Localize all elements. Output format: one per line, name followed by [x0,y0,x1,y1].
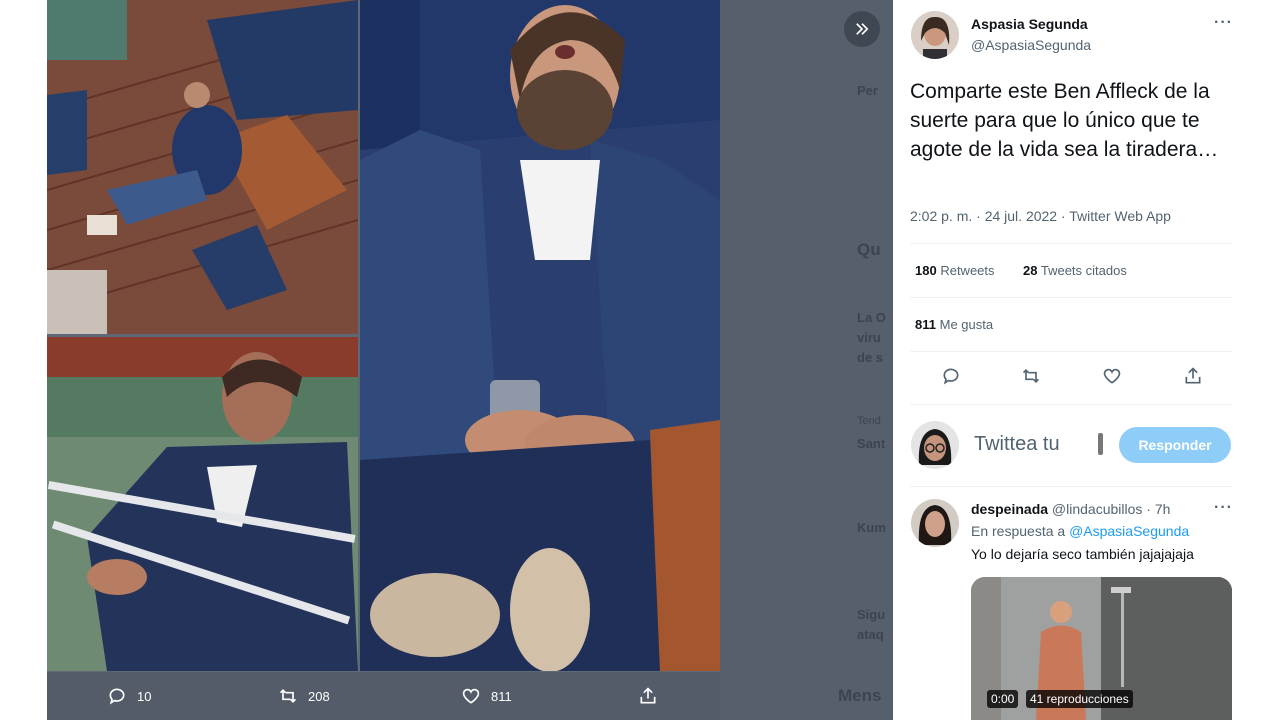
media-like-action[interactable]: 811 [461,686,512,706]
more-options-icon[interactable]: ··· [1214,14,1233,32]
reply-input[interactable]: Twittea tu [974,433,1060,456]
divider [910,297,1232,298]
reply-author-handle: @lindacubillos [1051,501,1143,517]
reply-more-options-icon[interactable]: ··· [1214,499,1233,517]
retweets-count: 180 [915,263,937,278]
expand-panel-button[interactable] [844,11,880,47]
media-retweet-count: 208 [308,688,330,704]
quotes-stat[interactable]: 28 Tweets citados [1023,263,1127,278]
media-reply-count: 10 [137,688,152,704]
in-reply-to: En respuesta a @AspasiaSegunda [971,523,1189,539]
tweet-timestamp[interactable]: 2:02 p. m. · 24 jul. 2022 · Twitter Web … [910,208,1171,224]
background-text: Per [857,83,878,98]
divider [910,404,1232,405]
retweet-icon[interactable] [1021,366,1041,386]
likes-label: Me gusta [939,317,994,332]
reply-author[interactable]: despeinada @lindacubillos · 7h [971,501,1170,517]
heart-icon [462,688,480,704]
background-text: viru [857,330,881,345]
in-reply-prefix: En respuesta a [971,523,1066,539]
tweet-text: Comparte este Ben Affleck de la suerte p… [910,80,1219,161]
background-text: Tend [857,415,881,427]
media-share-action[interactable] [638,686,668,706]
background-text: ataq [857,627,884,642]
photo-sleeping-closeup[interactable] [360,0,720,671]
author-name[interactable]: Aspasia Segunda [971,16,1088,32]
photo-boat-side[interactable] [47,337,358,671]
retweets-stat[interactable]: 180 Retweets [915,263,995,278]
retweets-label: Retweets [940,263,995,278]
background-text: La O [857,310,886,325]
quotes-count: 28 [1023,263,1038,278]
reply-icon [109,688,125,705]
media-retweet-action[interactable]: 208 [278,686,330,706]
reply-time: · 7h [1146,501,1171,517]
likes-count: 811 [915,317,936,332]
heart-icon[interactable] [1102,366,1122,386]
reply-author-name: despeinada [971,501,1049,517]
text-cursor [1098,433,1103,455]
background-text: de s [857,350,884,365]
share-icon [640,687,656,704]
media-reply-action[interactable]: 10 [107,686,151,706]
media-like-count: 811 [491,688,512,704]
background-text: Kum [857,520,886,535]
divider [910,351,1232,352]
background-text: Qu [857,240,881,259]
photo-deck-overhead[interactable] [47,0,358,334]
reply-text: Yo lo dejaría seco también jajajajaja [971,546,1194,562]
share-icon[interactable] [1183,366,1203,386]
reply-button[interactable]: Responder [1119,427,1231,463]
reply-icon[interactable] [941,366,961,386]
background-text: Sigu [857,607,886,622]
author-handle[interactable]: @AspasiaSegunda [971,37,1091,53]
background-text: Mens [838,686,882,705]
video-time-badge: 0:00 [987,690,1019,708]
quotes-label: Tweets citados [1040,263,1127,278]
reply-author-avatar[interactable] [911,499,959,547]
in-reply-handle-link[interactable]: @AspasiaSegunda [1069,523,1189,539]
likes-stat[interactable]: 811 Me gusta [915,317,993,332]
page-margin [0,0,47,720]
divider [910,243,1232,244]
double-chevron-right-icon [856,23,869,35]
background-text: Sant [857,436,886,451]
video-views-badge: 41 reproducciones [1026,690,1133,708]
user-avatar[interactable] [911,421,959,469]
divider [910,486,1232,487]
author-avatar[interactable] [911,11,959,59]
retweet-icon [279,688,297,704]
